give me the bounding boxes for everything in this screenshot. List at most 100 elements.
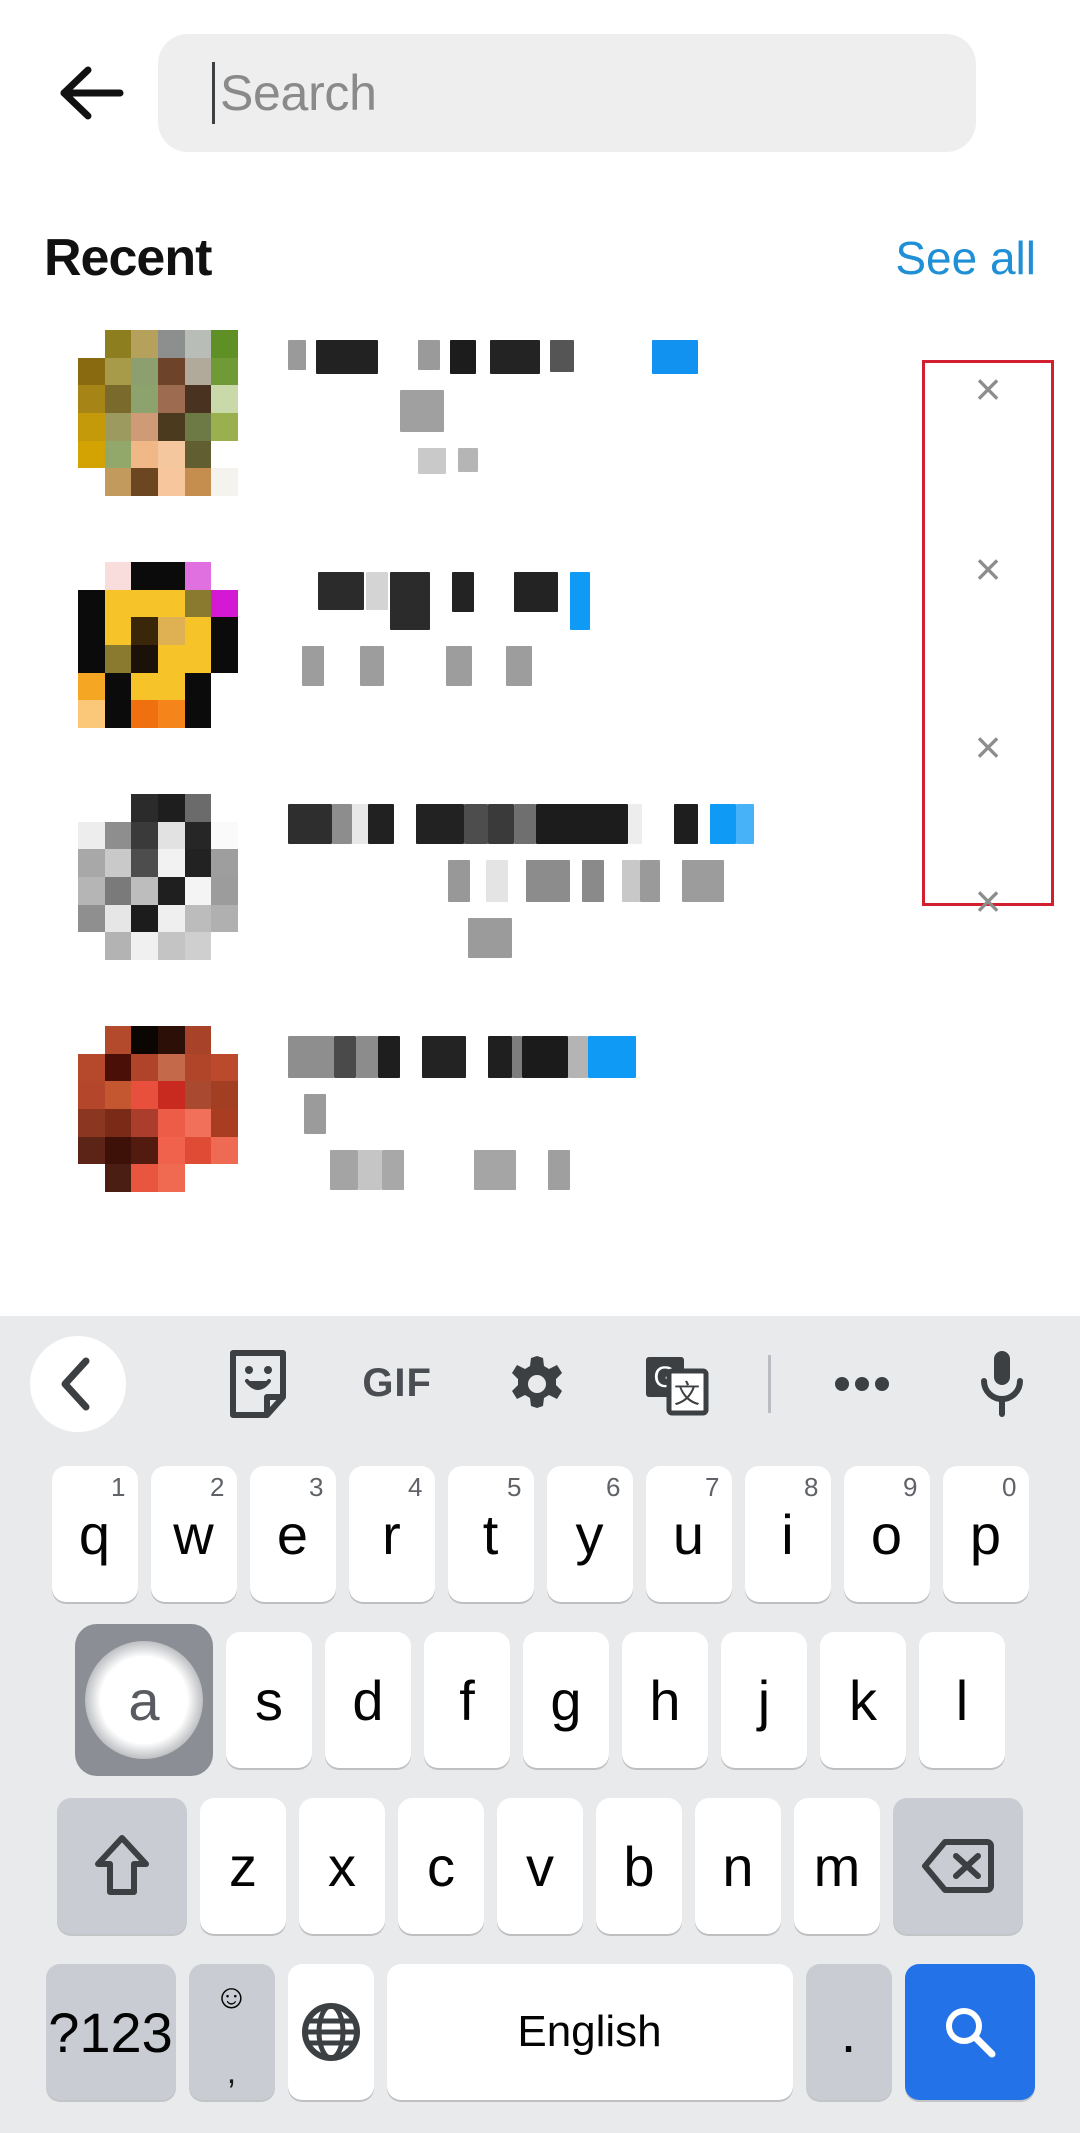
key-n[interactable]: n bbox=[695, 1798, 781, 1934]
more-options-button[interactable] bbox=[814, 1336, 910, 1432]
key-t[interactable]: 5t bbox=[447, 1466, 534, 1602]
redacted-block bbox=[288, 646, 302, 647]
key-label: g bbox=[550, 1668, 582, 1732]
remove-recent-item-button[interactable]: × bbox=[922, 872, 1054, 930]
avatar bbox=[78, 794, 238, 960]
keyboard-settings-button[interactable] bbox=[489, 1336, 585, 1432]
key-r[interactable]: 4r bbox=[348, 1466, 435, 1602]
redacted-block bbox=[682, 860, 724, 902]
remove-recent-item-button[interactable]: × bbox=[922, 360, 1054, 418]
redacted-block bbox=[288, 1036, 334, 1078]
recent-item-title-redacted bbox=[288, 1036, 1080, 1078]
key-k[interactable]: k bbox=[820, 1632, 906, 1768]
redacted-block bbox=[306, 340, 316, 341]
keyboard-row-3: z x c v b nm bbox=[0, 1783, 1080, 1949]
redacted-block bbox=[394, 804, 416, 805]
redacted-block bbox=[334, 1036, 356, 1078]
redacted-block bbox=[400, 390, 444, 432]
recent-item[interactable] bbox=[0, 782, 1080, 1014]
key-j[interactable]: j bbox=[721, 1632, 807, 1768]
recent-item[interactable] bbox=[0, 1014, 1080, 1246]
voice-input-button[interactable] bbox=[954, 1336, 1050, 1432]
keyboard-row-2: as dfghjkl bbox=[0, 1617, 1080, 1783]
key-h[interactable]: h bbox=[622, 1632, 708, 1768]
redacted-block bbox=[288, 390, 400, 391]
redacted-block bbox=[458, 448, 478, 472]
key-b[interactable]: b bbox=[596, 1798, 682, 1934]
key-z[interactable]: z bbox=[200, 1798, 286, 1934]
redacted-block bbox=[710, 804, 736, 844]
key-label: w bbox=[173, 1502, 214, 1566]
recent-item[interactable] bbox=[0, 318, 1080, 550]
key-c[interactable]: c bbox=[398, 1798, 484, 1934]
language-globe-key[interactable] bbox=[287, 1964, 374, 2100]
redacted-block bbox=[378, 1036, 400, 1078]
on-screen-keyboard: GIF G 文 1 q 2 w 3 e 4 r 5 t 6 y 7 u 8 i … bbox=[0, 1316, 1080, 2133]
key-s[interactable]: s bbox=[226, 1632, 312, 1768]
emoji-comma-key[interactable]: ☺, bbox=[188, 1964, 275, 2100]
key-m[interactable]: m bbox=[794, 1798, 880, 1934]
keyboard-row-4: ?123 ☺, English. bbox=[0, 1949, 1080, 2115]
search-icon bbox=[945, 2008, 995, 2058]
redacted-block bbox=[570, 860, 582, 861]
translate-button[interactable]: G 文 bbox=[628, 1336, 724, 1432]
key-label: d bbox=[352, 1668, 384, 1732]
key-label: x bbox=[328, 1834, 356, 1898]
backspace-key[interactable] bbox=[893, 1798, 1023, 1934]
key-label: j bbox=[757, 1668, 771, 1732]
key-o[interactable]: 9o bbox=[843, 1466, 930, 1602]
key-q[interactable]: 1q bbox=[51, 1466, 138, 1602]
redacted-block bbox=[488, 1036, 512, 1078]
key-label: s bbox=[255, 1668, 283, 1732]
key-d[interactable]: d bbox=[325, 1632, 411, 1768]
period-key[interactable]: . bbox=[805, 1964, 892, 2100]
key-y[interactable]: 6y bbox=[546, 1466, 633, 1602]
key-label: e bbox=[276, 1502, 309, 1566]
key-g[interactable]: g bbox=[523, 1632, 609, 1768]
redacted-block bbox=[418, 448, 446, 474]
redacted-block bbox=[628, 804, 642, 844]
redacted-block bbox=[316, 340, 378, 374]
search-enter-key[interactable] bbox=[904, 1964, 1035, 2100]
keyboard-toolbar: GIF G 文 bbox=[0, 1316, 1080, 1451]
avatar bbox=[78, 330, 238, 496]
redacted-block bbox=[452, 572, 474, 612]
space-key[interactable]: English bbox=[386, 1964, 793, 2100]
key-label: n bbox=[722, 1834, 754, 1898]
redacted-block bbox=[400, 1036, 422, 1037]
remove-recent-item-button[interactable]: × bbox=[922, 540, 1054, 598]
key-e[interactable]: 3e bbox=[249, 1466, 336, 1602]
shift-key[interactable] bbox=[57, 1798, 187, 1934]
key-a[interactable]: a bbox=[75, 1624, 213, 1776]
sticker-button[interactable] bbox=[210, 1336, 306, 1432]
redacted-block bbox=[384, 646, 446, 647]
key-w[interactable]: 2w bbox=[150, 1466, 237, 1602]
key-f[interactable]: f bbox=[424, 1632, 510, 1768]
redacted-block bbox=[548, 1150, 570, 1190]
back-arrow-icon bbox=[60, 66, 124, 119]
backspace-icon bbox=[922, 1839, 994, 1893]
symbols-key[interactable]: ?123 bbox=[45, 1964, 176, 2100]
key-number-hint: 4 bbox=[408, 1472, 423, 1502]
close-icon: × bbox=[974, 543, 1002, 595]
recent-section-header: Recent See all bbox=[0, 210, 1080, 305]
key-x[interactable]: x bbox=[299, 1798, 385, 1934]
key-number-hint: 9 bbox=[903, 1472, 918, 1502]
redacted-block bbox=[568, 1036, 588, 1078]
key-v[interactable]: v bbox=[497, 1798, 583, 1934]
see-all-link[interactable]: See all bbox=[895, 231, 1036, 285]
redacted-block bbox=[304, 1094, 326, 1134]
key-i[interactable]: 8i bbox=[744, 1466, 831, 1602]
back-button[interactable] bbox=[38, 38, 148, 148]
redacted-block bbox=[574, 340, 652, 341]
keyboard-back-button[interactable] bbox=[30, 1335, 126, 1432]
redacted-block bbox=[474, 1150, 516, 1190]
key-l[interactable]: l bbox=[919, 1632, 1005, 1768]
gif-button[interactable]: GIF bbox=[349, 1336, 445, 1432]
recent-item[interactable] bbox=[0, 550, 1080, 782]
toolbar-divider bbox=[767, 1354, 771, 1413]
key-u[interactable]: 7u bbox=[645, 1466, 732, 1602]
search-input[interactable]: Search bbox=[158, 33, 976, 152]
key-p[interactable]: 0p bbox=[942, 1466, 1029, 1602]
remove-recent-item-button[interactable]: × bbox=[922, 718, 1054, 776]
